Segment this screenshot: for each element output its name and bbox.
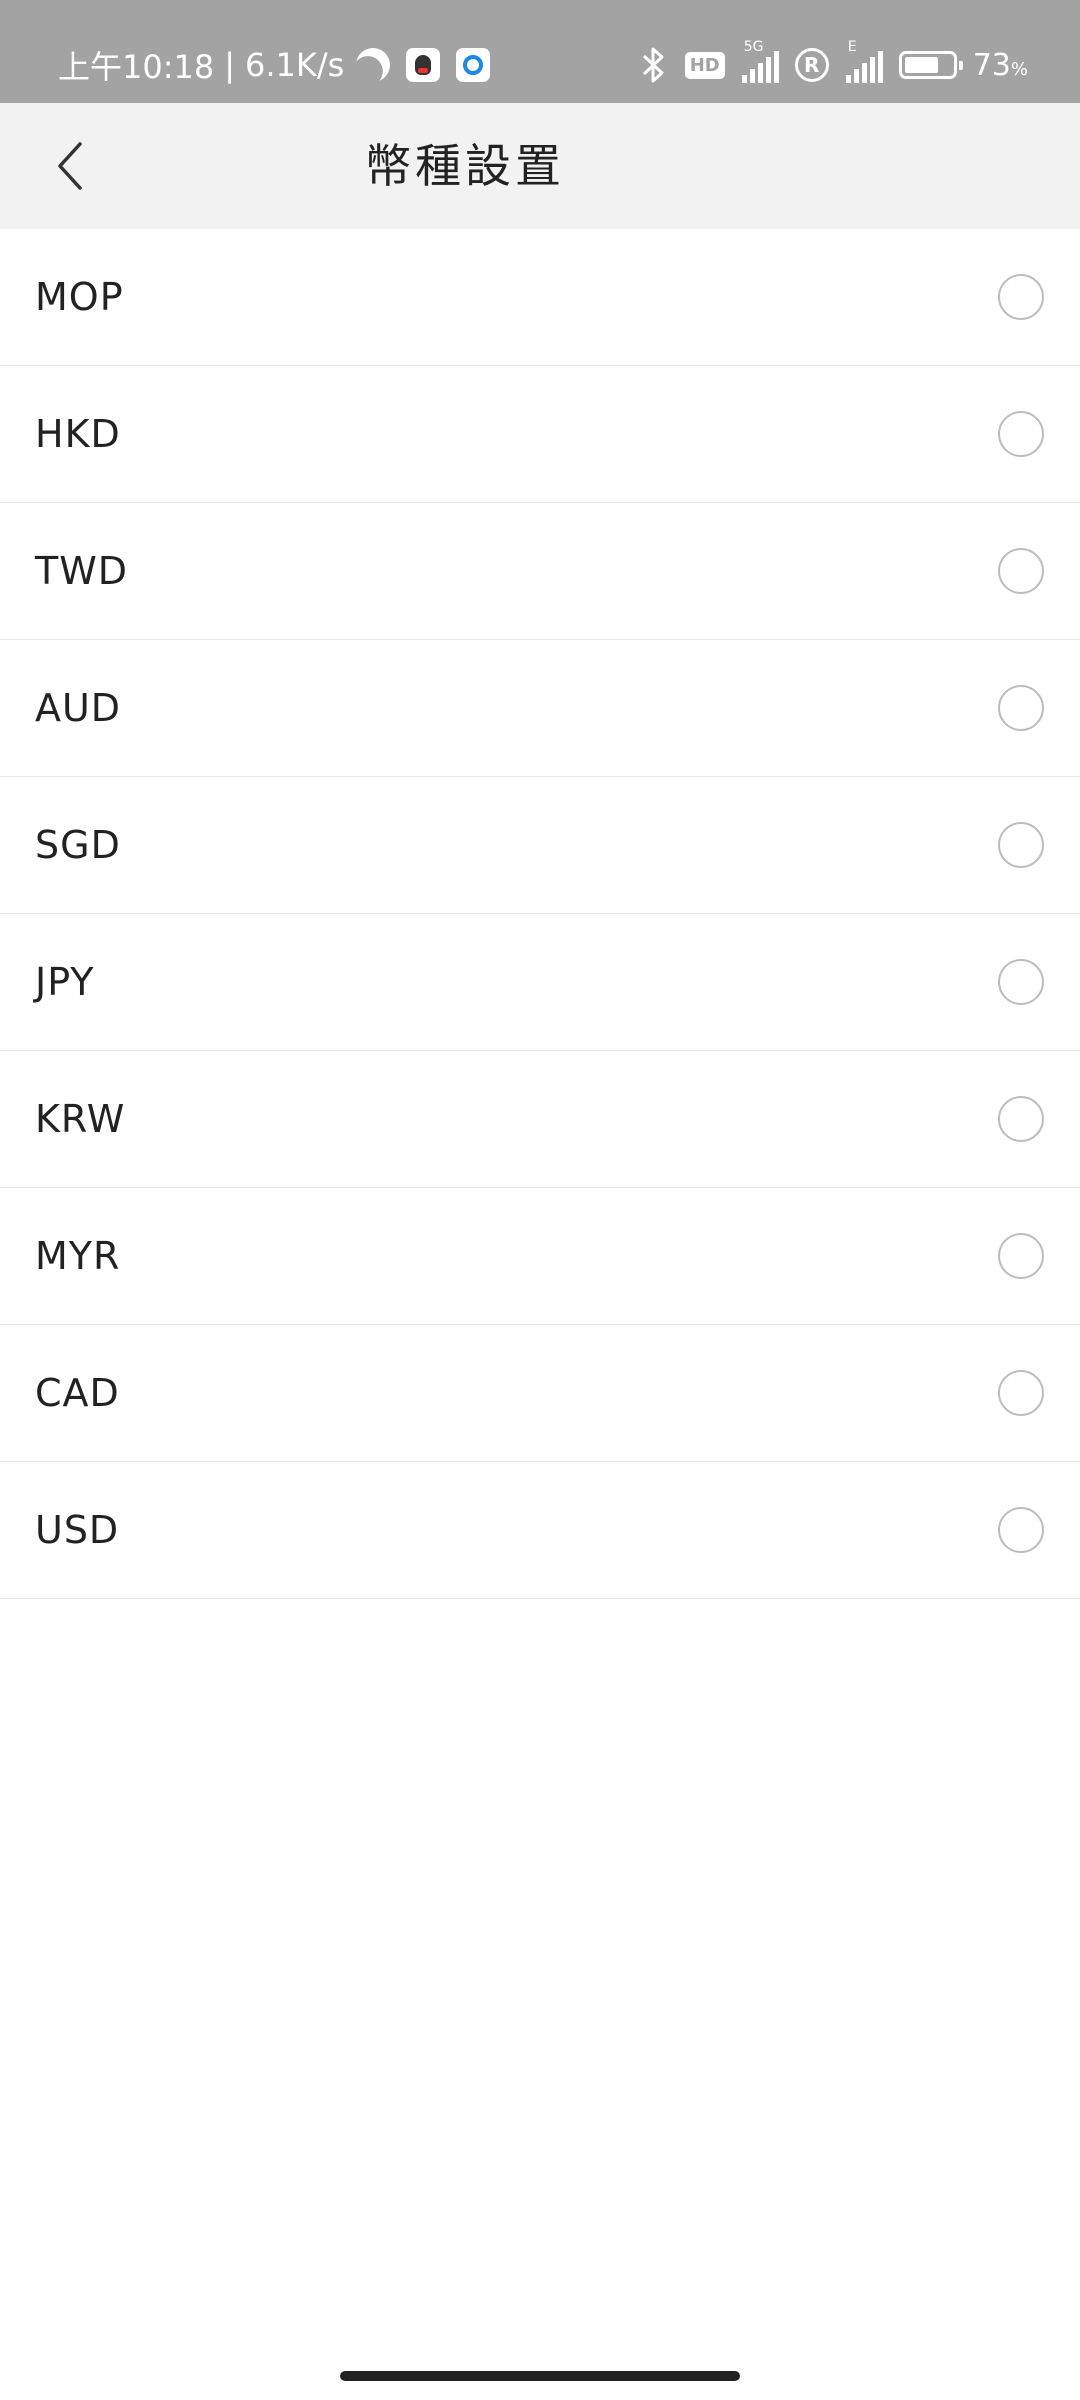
currency-code: JPY — [35, 960, 95, 1004]
home-indicator[interactable] — [340, 2371, 740, 2381]
battery-fill — [904, 57, 939, 73]
currency-row-mop[interactable]: MOP — [0, 229, 1080, 366]
currency-row-krw[interactable]: KRW — [0, 1051, 1080, 1188]
qq-icon — [406, 48, 441, 82]
currency-code: MOP — [35, 275, 124, 319]
radio-button[interactable] — [998, 959, 1044, 1005]
currency-list: MOP HKD TWD AUD SGD JPY KRW MYR CAD USD — [0, 229, 1080, 1599]
network-5g-label: 5G — [743, 39, 764, 55]
currency-row-twd[interactable]: TWD — [0, 503, 1080, 640]
status-bar: 上午10:18 | 6.1K/s HD 5G R E 73% — [0, 0, 1080, 103]
battery-unit: % — [1010, 58, 1028, 80]
currency-row-cad[interactable]: CAD — [0, 1325, 1080, 1462]
signal-icon-2: E — [843, 39, 883, 83]
currency-row-sgd[interactable]: SGD — [0, 777, 1080, 914]
currency-row-aud[interactable]: AUD — [0, 640, 1080, 777]
radio-button[interactable] — [998, 274, 1044, 320]
currency-row-myr[interactable]: MYR — [0, 1188, 1080, 1325]
radio-button[interactable] — [998, 1096, 1044, 1142]
battery-percent: 73% — [973, 48, 1028, 83]
currency-code: KRW — [35, 1097, 126, 1141]
roaming-icon: R — [794, 48, 829, 82]
currency-row-usd[interactable]: USD — [0, 1462, 1080, 1599]
bluetooth-icon — [641, 46, 667, 84]
radio-button[interactable] — [998, 548, 1044, 594]
currency-code: CAD — [35, 1371, 120, 1415]
signal-icon: 5G — [739, 39, 779, 83]
currency-code: HKD — [35, 412, 121, 456]
app-header: 幣種設置 — [0, 103, 1080, 229]
network-speed: 6.1K/s — [245, 46, 345, 84]
app-icon — [456, 48, 491, 82]
radio-button[interactable] — [998, 1507, 1044, 1553]
radio-button[interactable] — [998, 1370, 1044, 1416]
battery-icon — [898, 51, 963, 79]
hd-icon: HD — [684, 51, 725, 79]
radio-button[interactable] — [998, 685, 1044, 731]
battery-value: 73 — [972, 47, 1011, 83]
radio-button[interactable] — [998, 1233, 1044, 1279]
currency-row-jpy[interactable]: JPY — [0, 914, 1080, 1051]
currency-code: SGD — [35, 823, 121, 867]
status-time: 上午10:18 — [58, 48, 215, 86]
status-separator: | — [224, 46, 236, 84]
currency-code: MYR — [35, 1234, 121, 1278]
currency-row-hkd[interactable]: HKD — [0, 366, 1080, 503]
radio-button[interactable] — [998, 822, 1044, 868]
network-e-label: E — [847, 39, 857, 55]
page-title: 幣種設置 — [365, 139, 565, 193]
currency-code: AUD — [35, 686, 122, 730]
currency-code: TWD — [35, 549, 129, 593]
currency-code: USD — [35, 1508, 120, 1552]
radio-button[interactable] — [998, 411, 1044, 457]
moon-icon — [352, 43, 396, 87]
